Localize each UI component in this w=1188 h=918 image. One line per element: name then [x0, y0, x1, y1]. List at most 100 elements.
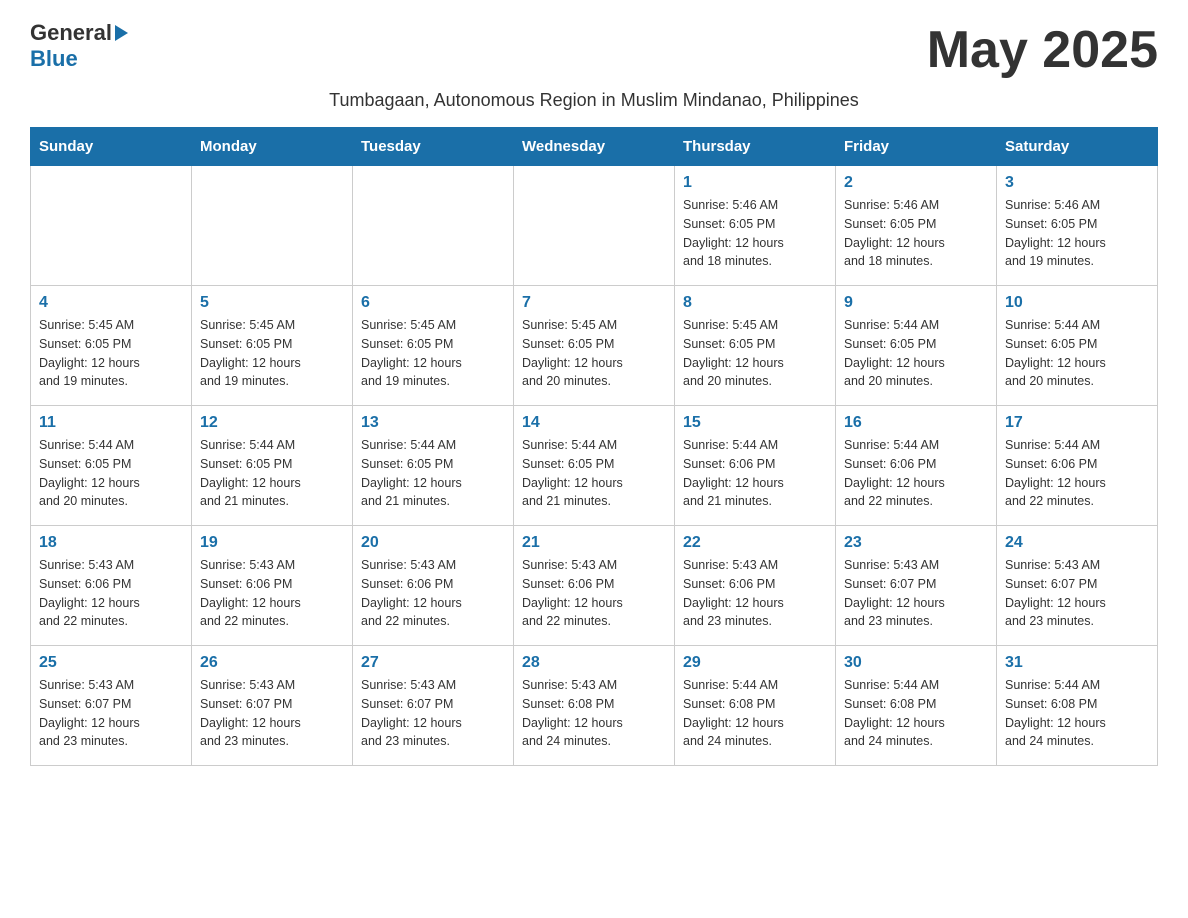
calendar-day-cell: 3 Sunrise: 5:46 AM Sunset: 6:05 PM Daylig… [997, 166, 1158, 286]
day-number: 22 [683, 534, 827, 552]
calendar-week-row: 18 Sunrise: 5:43 AM Sunset: 6:06 PM Dayli… [31, 526, 1158, 646]
day-number: 15 [683, 414, 827, 432]
day-info: Sunrise: 5:43 AM Sunset: 6:06 PM Dayligh… [683, 556, 827, 631]
day-info: Sunrise: 5:45 AM Sunset: 6:05 PM Dayligh… [522, 316, 666, 391]
day-number: 8 [683, 294, 827, 312]
calendar-day-cell: 19 Sunrise: 5:43 AM Sunset: 6:06 PM Dayli… [192, 526, 353, 646]
calendar-week-row: 1 Sunrise: 5:46 AM Sunset: 6:05 PM Daylig… [31, 166, 1158, 286]
calendar-day-cell: 9 Sunrise: 5:44 AM Sunset: 6:05 PM Daylig… [836, 286, 997, 406]
day-info: Sunrise: 5:43 AM Sunset: 6:06 PM Dayligh… [361, 556, 505, 631]
day-info: Sunrise: 5:43 AM Sunset: 6:07 PM Dayligh… [844, 556, 988, 631]
calendar-day-cell: 29 Sunrise: 5:44 AM Sunset: 6:08 PM Dayli… [675, 646, 836, 766]
day-number: 13 [361, 414, 505, 432]
day-info: Sunrise: 5:44 AM Sunset: 6:05 PM Dayligh… [1005, 316, 1149, 391]
day-info: Sunrise: 5:44 AM Sunset: 6:05 PM Dayligh… [39, 436, 183, 511]
day-info: Sunrise: 5:44 AM Sunset: 6:06 PM Dayligh… [683, 436, 827, 511]
calendar-day-cell: 7 Sunrise: 5:45 AM Sunset: 6:05 PM Daylig… [514, 286, 675, 406]
calendar-day-cell: 11 Sunrise: 5:44 AM Sunset: 6:05 PM Dayli… [31, 406, 192, 526]
calendar-day-cell: 4 Sunrise: 5:45 AM Sunset: 6:05 PM Daylig… [31, 286, 192, 406]
day-number: 17 [1005, 414, 1149, 432]
day-number: 30 [844, 654, 988, 672]
calendar-day-cell: 2Sunrise: 5:46 AM Sunset: 6:05 PM Daylig… [836, 166, 997, 286]
day-number: 24 [1005, 534, 1149, 552]
day-number: 31 [1005, 654, 1149, 672]
day-info: Sunrise: 5:44 AM Sunset: 6:05 PM Dayligh… [844, 316, 988, 391]
day-info: Sunrise: 5:46 AM Sunset: 6:05 PM Dayligh… [1005, 196, 1149, 271]
calendar-day-cell [31, 166, 192, 286]
day-info: Sunrise: 5:44 AM Sunset: 6:06 PM Dayligh… [844, 436, 988, 511]
calendar-day-header: Sunday [31, 128, 192, 166]
calendar-day-cell [353, 166, 514, 286]
logo-triangle-icon [115, 25, 128, 41]
calendar-day-header: Saturday [997, 128, 1158, 166]
day-info: Sunrise: 5:44 AM Sunset: 6:05 PM Dayligh… [361, 436, 505, 511]
calendar-day-cell: 21 Sunrise: 5:43 AM Sunset: 6:06 PM Dayli… [514, 526, 675, 646]
day-info: Sunrise: 5:43 AM Sunset: 6:07 PM Dayligh… [39, 676, 183, 751]
calendar-day-cell: 1Sunrise: 5:46 AM Sunset: 6:05 PM Daylig… [675, 166, 836, 286]
calendar-day-header: Tuesday [353, 128, 514, 166]
day-number: 11 [39, 414, 183, 432]
calendar-day-cell: 5Sunrise: 5:45 AM Sunset: 6:05 PM Daylig… [192, 286, 353, 406]
day-info: Sunrise: 5:44 AM Sunset: 6:05 PM Dayligh… [522, 436, 666, 511]
calendar-header-row: SundayMondayTuesdayWednesdayThursdayFrid… [31, 128, 1158, 166]
day-info: Sunrise: 5:43 AM Sunset: 6:07 PM Dayligh… [1005, 556, 1149, 631]
day-number: 5 [200, 294, 344, 312]
day-number: 23 [844, 534, 988, 552]
calendar-day-cell: 24 Sunrise: 5:43 AM Sunset: 6:07 PM Dayli… [997, 526, 1158, 646]
day-number: 27 [361, 654, 505, 672]
calendar-day-cell: 18 Sunrise: 5:43 AM Sunset: 6:06 PM Dayli… [31, 526, 192, 646]
day-number: 4 [39, 294, 183, 312]
calendar-day-cell: 22 Sunrise: 5:43 AM Sunset: 6:06 PM Dayli… [675, 526, 836, 646]
calendar-day-cell: 12Sunrise: 5:44 AM Sunset: 6:05 PM Dayli… [192, 406, 353, 526]
day-number: 16 [844, 414, 988, 432]
day-info: Sunrise: 5:43 AM Sunset: 6:06 PM Dayligh… [200, 556, 344, 631]
month-title: May 2025 [927, 20, 1158, 80]
day-number: 1 [683, 174, 827, 192]
day-info: Sunrise: 5:43 AM Sunset: 6:06 PM Dayligh… [39, 556, 183, 631]
day-number: 3 [1005, 174, 1149, 192]
page-subtitle: Tumbagaan, Autonomous Region in Muslim M… [30, 90, 1158, 111]
day-info: Sunrise: 5:44 AM Sunset: 6:08 PM Dayligh… [683, 676, 827, 751]
calendar-day-cell: 23 Sunrise: 5:43 AM Sunset: 6:07 PM Dayli… [836, 526, 997, 646]
calendar-day-cell: 27 Sunrise: 5:43 AM Sunset: 6:07 PM Dayli… [353, 646, 514, 766]
calendar-week-row: 4 Sunrise: 5:45 AM Sunset: 6:05 PM Daylig… [31, 286, 1158, 406]
calendar-day-cell: 17 Sunrise: 5:44 AM Sunset: 6:06 PM Dayli… [997, 406, 1158, 526]
day-number: 19 [200, 534, 344, 552]
calendar-day-cell: 8 Sunrise: 5:45 AM Sunset: 6:05 PM Daylig… [675, 286, 836, 406]
day-number: 26 [200, 654, 344, 672]
day-number: 29 [683, 654, 827, 672]
calendar-day-cell: 16 Sunrise: 5:44 AM Sunset: 6:06 PM Dayli… [836, 406, 997, 526]
page-header: General Blue May 2025 [30, 20, 1158, 80]
day-info: Sunrise: 5:43 AM Sunset: 6:07 PM Dayligh… [361, 676, 505, 751]
day-number: 6 [361, 294, 505, 312]
day-number: 14 [522, 414, 666, 432]
day-number: 7 [522, 294, 666, 312]
day-info: Sunrise: 5:45 AM Sunset: 6:05 PM Dayligh… [39, 316, 183, 391]
calendar-day-cell: 14 Sunrise: 5:44 AM Sunset: 6:05 PM Dayli… [514, 406, 675, 526]
day-info: Sunrise: 5:45 AM Sunset: 6:05 PM Dayligh… [683, 316, 827, 391]
calendar-day-header: Friday [836, 128, 997, 166]
logo: General Blue [30, 20, 128, 72]
day-info: Sunrise: 5:43 AM Sunset: 6:07 PM Dayligh… [200, 676, 344, 751]
calendar-day-cell: 30 Sunrise: 5:44 AM Sunset: 6:08 PM Dayli… [836, 646, 997, 766]
day-info: Sunrise: 5:46 AM Sunset: 6:05 PM Dayligh… [844, 196, 988, 271]
calendar-day-cell: 10Sunrise: 5:44 AM Sunset: 6:05 PM Dayli… [997, 286, 1158, 406]
calendar-day-header: Thursday [675, 128, 836, 166]
calendar-day-cell: 20Sunrise: 5:43 AM Sunset: 6:06 PM Dayli… [353, 526, 514, 646]
calendar-day-cell [192, 166, 353, 286]
day-number: 21 [522, 534, 666, 552]
logo-general-text: General [30, 20, 112, 46]
calendar-day-cell [514, 166, 675, 286]
day-info: Sunrise: 5:44 AM Sunset: 6:06 PM Dayligh… [1005, 436, 1149, 511]
calendar-day-header: Wednesday [514, 128, 675, 166]
calendar-day-cell: 6Sunrise: 5:45 AM Sunset: 6:05 PM Daylig… [353, 286, 514, 406]
day-info: Sunrise: 5:43 AM Sunset: 6:06 PM Dayligh… [522, 556, 666, 631]
day-number: 9 [844, 294, 988, 312]
day-number: 12 [200, 414, 344, 432]
day-info: Sunrise: 5:44 AM Sunset: 6:08 PM Dayligh… [844, 676, 988, 751]
logo-blue-text: Blue [30, 46, 78, 71]
calendar-day-cell: 15 Sunrise: 5:44 AM Sunset: 6:06 PM Dayli… [675, 406, 836, 526]
calendar-day-cell: 31Sunrise: 5:44 AM Sunset: 6:08 PM Dayli… [997, 646, 1158, 766]
day-number: 18 [39, 534, 183, 552]
day-number: 28 [522, 654, 666, 672]
